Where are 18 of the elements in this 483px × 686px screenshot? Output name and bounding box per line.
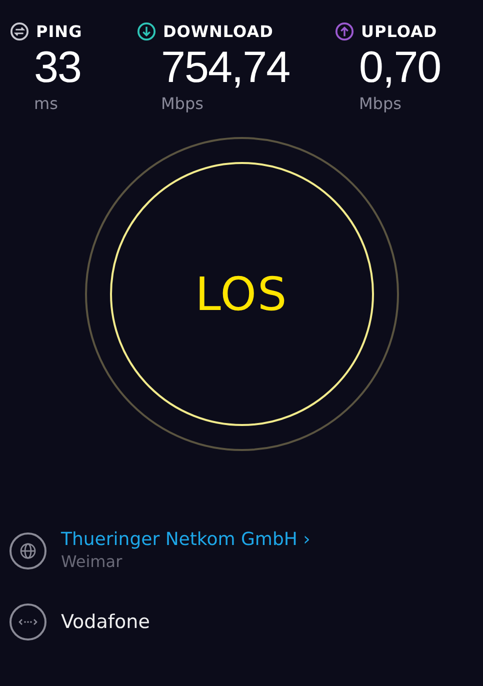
upload-icon xyxy=(335,22,354,41)
ping-icon xyxy=(10,22,29,41)
metric-unit: Mbps xyxy=(359,95,402,113)
server-location: Weimar xyxy=(61,551,124,573)
metric-value: 33 xyxy=(34,42,81,94)
metric-label: UPLOAD xyxy=(361,22,438,41)
connection-icon xyxy=(9,603,47,641)
carrier-name: Vodafone xyxy=(61,611,150,633)
metric-value: 754,74 xyxy=(161,42,290,94)
metric-unit: ms xyxy=(34,95,58,113)
metric-unit: Mbps xyxy=(161,95,204,113)
start-button[interactable]: LOS xyxy=(110,162,374,426)
metric-value: 0,70 xyxy=(359,42,441,94)
download-icon xyxy=(137,22,156,41)
metric-label: DOWNLOAD xyxy=(163,22,274,41)
globe-icon xyxy=(9,532,47,570)
metric-label: PING xyxy=(36,22,82,41)
provider-link[interactable]: Thueringer Netkom GmbH › xyxy=(61,529,310,551)
